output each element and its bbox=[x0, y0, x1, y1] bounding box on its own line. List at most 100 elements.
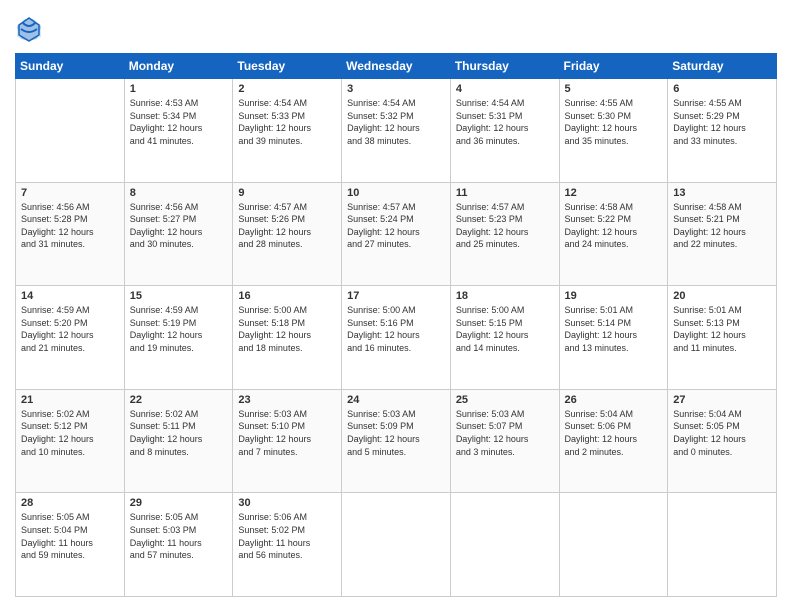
day-number: 27 bbox=[673, 394, 771, 406]
day-info: Sunrise: 5:01 AM Sunset: 5:13 PM Dayligh… bbox=[673, 304, 771, 354]
day-info: Sunrise: 4:55 AM Sunset: 5:30 PM Dayligh… bbox=[565, 97, 663, 147]
calendar-cell: 15Sunrise: 4:59 AM Sunset: 5:19 PM Dayli… bbox=[124, 286, 233, 390]
day-number: 18 bbox=[456, 290, 554, 302]
day-info: Sunrise: 5:02 AM Sunset: 5:12 PM Dayligh… bbox=[21, 408, 119, 458]
day-info: Sunrise: 4:54 AM Sunset: 5:31 PM Dayligh… bbox=[456, 97, 554, 147]
calendar-cell bbox=[559, 493, 668, 597]
day-number: 26 bbox=[565, 394, 663, 406]
calendar-cell: 7Sunrise: 4:56 AM Sunset: 5:28 PM Daylig… bbox=[16, 182, 125, 286]
day-number: 4 bbox=[456, 83, 554, 95]
calendar-cell: 6 Sunrise: 4:55 AM Sunset: 5:29 PM Daylig… bbox=[668, 79, 777, 183]
day-number: 15 bbox=[130, 290, 228, 302]
page: SundayMondayTuesdayWednesdayThursdayFrid… bbox=[0, 0, 792, 612]
calendar-cell: 19 Sunrise: 5:01 AM Sunset: 5:14 PM Dayli… bbox=[559, 286, 668, 390]
day-info: Sunrise: 5:06 AM Sunset: 5:02 PM Dayligh… bbox=[238, 511, 336, 561]
day-number: 19 bbox=[565, 290, 663, 302]
day-number: 14 bbox=[21, 290, 119, 302]
logo-icon bbox=[15, 15, 43, 43]
day-info: Sunrise: 5:03 AM Sunset: 5:07 PM Dayligh… bbox=[456, 408, 554, 458]
day-info: Sunrise: 5:00 AM Sunset: 5:15 PM Dayligh… bbox=[456, 304, 554, 354]
day-info: Sunrise: 5:03 AM Sunset: 5:09 PM Dayligh… bbox=[347, 408, 445, 458]
calendar-cell: 13Sunrise: 4:58 AM Sunset: 5:21 PM Dayli… bbox=[668, 182, 777, 286]
calendar-cell: 1 Sunrise: 4:53 AM Sunset: 5:34 PM Daylig… bbox=[124, 79, 233, 183]
header bbox=[15, 15, 777, 43]
logo bbox=[15, 15, 47, 43]
day-info: Sunrise: 4:54 AM Sunset: 5:33 PM Dayligh… bbox=[238, 97, 336, 147]
day-info: Sunrise: 5:00 AM Sunset: 5:16 PM Dayligh… bbox=[347, 304, 445, 354]
calendar-week-4: 21Sunrise: 5:02 AM Sunset: 5:12 PM Dayli… bbox=[16, 389, 777, 493]
calendar-cell: 17Sunrise: 5:00 AM Sunset: 5:16 PM Dayli… bbox=[342, 286, 451, 390]
day-info: Sunrise: 4:56 AM Sunset: 5:27 PM Dayligh… bbox=[130, 201, 228, 251]
day-number: 3 bbox=[347, 83, 445, 95]
day-number: 24 bbox=[347, 394, 445, 406]
day-number: 12 bbox=[565, 187, 663, 199]
day-number: 8 bbox=[130, 187, 228, 199]
day-info: Sunrise: 5:00 AM Sunset: 5:18 PM Dayligh… bbox=[238, 304, 336, 354]
day-number: 20 bbox=[673, 290, 771, 302]
calendar-cell: 18 Sunrise: 5:00 AM Sunset: 5:15 PM Dayli… bbox=[450, 286, 559, 390]
col-header-tuesday: Tuesday bbox=[233, 54, 342, 79]
calendar-cell: 3 Sunrise: 4:54 AM Sunset: 5:32 PM Daylig… bbox=[342, 79, 451, 183]
calendar-cell: 30 Sunrise: 5:06 AM Sunset: 5:02 PM Dayli… bbox=[233, 493, 342, 597]
col-header-monday: Monday bbox=[124, 54, 233, 79]
day-number: 2 bbox=[238, 83, 336, 95]
calendar-cell: 9 Sunrise: 4:57 AM Sunset: 5:26 PM Daylig… bbox=[233, 182, 342, 286]
calendar-cell: 11 Sunrise: 4:57 AM Sunset: 5:23 PM Dayli… bbox=[450, 182, 559, 286]
day-info: Sunrise: 5:01 AM Sunset: 5:14 PM Dayligh… bbox=[565, 304, 663, 354]
day-number: 7 bbox=[21, 187, 119, 199]
calendar-cell: 4 Sunrise: 4:54 AM Sunset: 5:31 PM Daylig… bbox=[450, 79, 559, 183]
col-header-wednesday: Wednesday bbox=[342, 54, 451, 79]
day-info: Sunrise: 4:58 AM Sunset: 5:21 PM Dayligh… bbox=[673, 201, 771, 251]
calendar-week-5: 28 Sunrise: 5:05 AM Sunset: 5:04 PM Dayli… bbox=[16, 493, 777, 597]
calendar-header-row: SundayMondayTuesdayWednesdayThursdayFrid… bbox=[16, 54, 777, 79]
day-info: Sunrise: 5:03 AM Sunset: 5:10 PM Dayligh… bbox=[238, 408, 336, 458]
calendar-week-2: 7Sunrise: 4:56 AM Sunset: 5:28 PM Daylig… bbox=[16, 182, 777, 286]
calendar-cell: 22Sunrise: 5:02 AM Sunset: 5:11 PM Dayli… bbox=[124, 389, 233, 493]
calendar-cell: 8 Sunrise: 4:56 AM Sunset: 5:27 PM Daylig… bbox=[124, 182, 233, 286]
day-info: Sunrise: 5:04 AM Sunset: 5:06 PM Dayligh… bbox=[565, 408, 663, 458]
calendar-cell: 29 Sunrise: 5:05 AM Sunset: 5:03 PM Dayli… bbox=[124, 493, 233, 597]
day-number: 6 bbox=[673, 83, 771, 95]
day-number: 23 bbox=[238, 394, 336, 406]
day-info: Sunrise: 4:54 AM Sunset: 5:32 PM Dayligh… bbox=[347, 97, 445, 147]
col-header-friday: Friday bbox=[559, 54, 668, 79]
col-header-thursday: Thursday bbox=[450, 54, 559, 79]
calendar-cell: 26 Sunrise: 5:04 AM Sunset: 5:06 PM Dayli… bbox=[559, 389, 668, 493]
day-info: Sunrise: 5:05 AM Sunset: 5:04 PM Dayligh… bbox=[21, 511, 119, 561]
col-header-sunday: Sunday bbox=[16, 54, 125, 79]
day-number: 22 bbox=[130, 394, 228, 406]
calendar-cell: 5Sunrise: 4:55 AM Sunset: 5:30 PM Daylig… bbox=[559, 79, 668, 183]
calendar-cell: 20 Sunrise: 5:01 AM Sunset: 5:13 PM Dayli… bbox=[668, 286, 777, 390]
calendar-cell bbox=[450, 493, 559, 597]
calendar-cell: 10 Sunrise: 4:57 AM Sunset: 5:24 PM Dayli… bbox=[342, 182, 451, 286]
calendar-week-1: 1 Sunrise: 4:53 AM Sunset: 5:34 PM Daylig… bbox=[16, 79, 777, 183]
day-info: Sunrise: 4:53 AM Sunset: 5:34 PM Dayligh… bbox=[130, 97, 228, 147]
day-info: Sunrise: 5:04 AM Sunset: 5:05 PM Dayligh… bbox=[673, 408, 771, 458]
calendar-cell: 27 Sunrise: 5:04 AM Sunset: 5:05 PM Dayli… bbox=[668, 389, 777, 493]
day-info: Sunrise: 4:55 AM Sunset: 5:29 PM Dayligh… bbox=[673, 97, 771, 147]
day-number: 29 bbox=[130, 497, 228, 509]
day-number: 10 bbox=[347, 187, 445, 199]
calendar-cell: 14 Sunrise: 4:59 AM Sunset: 5:20 PM Dayli… bbox=[16, 286, 125, 390]
calendar-cell: 23 Sunrise: 5:03 AM Sunset: 5:10 PM Dayli… bbox=[233, 389, 342, 493]
day-info: Sunrise: 4:57 AM Sunset: 5:26 PM Dayligh… bbox=[238, 201, 336, 251]
calendar-cell: 12 Sunrise: 4:58 AM Sunset: 5:22 PM Dayli… bbox=[559, 182, 668, 286]
day-info: Sunrise: 4:57 AM Sunset: 5:24 PM Dayligh… bbox=[347, 201, 445, 251]
day-number: 9 bbox=[238, 187, 336, 199]
day-info: Sunrise: 4:57 AM Sunset: 5:23 PM Dayligh… bbox=[456, 201, 554, 251]
calendar-cell bbox=[668, 493, 777, 597]
col-header-saturday: Saturday bbox=[668, 54, 777, 79]
day-number: 11 bbox=[456, 187, 554, 199]
day-number: 1 bbox=[130, 83, 228, 95]
calendar-cell bbox=[342, 493, 451, 597]
calendar-cell bbox=[16, 79, 125, 183]
calendar-cell: 21Sunrise: 5:02 AM Sunset: 5:12 PM Dayli… bbox=[16, 389, 125, 493]
day-info: Sunrise: 5:05 AM Sunset: 5:03 PM Dayligh… bbox=[130, 511, 228, 561]
day-number: 25 bbox=[456, 394, 554, 406]
day-number: 30 bbox=[238, 497, 336, 509]
calendar-cell: 2 Sunrise: 4:54 AM Sunset: 5:33 PM Daylig… bbox=[233, 79, 342, 183]
day-number: 28 bbox=[21, 497, 119, 509]
day-info: Sunrise: 4:58 AM Sunset: 5:22 PM Dayligh… bbox=[565, 201, 663, 251]
calendar-cell: 25 Sunrise: 5:03 AM Sunset: 5:07 PM Dayli… bbox=[450, 389, 559, 493]
day-info: Sunrise: 4:59 AM Sunset: 5:20 PM Dayligh… bbox=[21, 304, 119, 354]
